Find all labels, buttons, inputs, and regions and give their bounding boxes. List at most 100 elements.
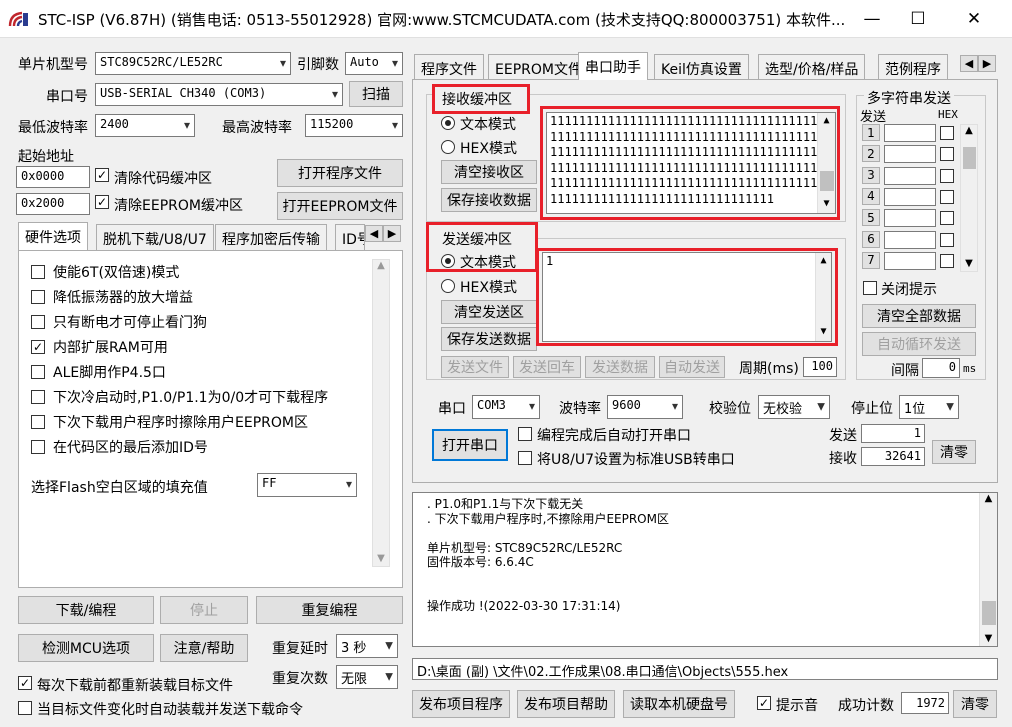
scroll-down-icon[interactable]: ▼ — [818, 196, 835, 212]
open-port-button[interactable]: 打开串口 — [432, 429, 508, 461]
multi-hex-checkbox[interactable] — [940, 147, 954, 162]
addr1-input[interactable]: 0x0000 — [16, 166, 90, 188]
option-checkbox[interactable] — [31, 439, 45, 454]
multi-scroll-thumb[interactable] — [963, 147, 976, 169]
multi-send-input[interactable] — [884, 251, 936, 270]
detect-mcu-button[interactable]: 检测MCU选项 — [18, 634, 154, 662]
port-select[interactable]: USB-SERIAL CH340 (COM3) ▼ — [95, 83, 343, 106]
scroll-up-icon[interactable]: ▲ — [373, 260, 389, 271]
tab-serial-assistant[interactable]: 串口助手 — [578, 52, 648, 80]
tab-encrypted-transfer[interactable]: 程序加密后传输 — [215, 224, 327, 250]
tab-program-file[interactable]: 程序文件 — [414, 54, 484, 80]
reload-checkbox[interactable]: ✓ — [18, 676, 32, 690]
multi-send-button[interactable]: 7 — [862, 251, 880, 269]
multi-hex-checkbox[interactable] — [940, 253, 954, 268]
multi-send-input[interactable] — [884, 124, 936, 142]
clear-all-button[interactable]: 清空全部数据 — [862, 304, 976, 328]
log-scrollbar[interactable]: ▲ ▼ — [979, 493, 997, 646]
option-checkbox[interactable] — [31, 364, 45, 379]
option-checkbox[interactable] — [31, 314, 45, 329]
repeat-count-select[interactable]: 无限 ▼ — [336, 665, 398, 689]
save-recv-button[interactable]: 保存接收数据 — [441, 188, 537, 212]
multi-send-button[interactable]: 6 — [862, 230, 880, 248]
open-program-button[interactable]: 打开程序文件 — [277, 159, 403, 187]
tab-hardware-options[interactable]: 硬件选项 — [18, 222, 88, 250]
option-row[interactable]: ✓ 内部扩展RAM可用 — [31, 334, 376, 359]
period-input[interactable]: 100 — [803, 357, 837, 377]
interval-input[interactable]: 0 — [922, 358, 960, 378]
multi-hex-checkbox[interactable] — [940, 126, 954, 140]
options-scrollbar[interactable]: ▲ ▼ — [372, 259, 390, 567]
com-select[interactable]: COM3 ▼ — [472, 395, 540, 419]
stop-button[interactable]: 停止 — [160, 596, 248, 624]
tab-selection-price[interactable]: 选型/价格/样品 — [758, 54, 866, 80]
multi-send-button[interactable]: 1 — [862, 124, 880, 141]
download-program-button[interactable]: 下载/编程 — [18, 596, 154, 624]
fill-select[interactable]: FF ▼ — [257, 473, 357, 497]
pins-select[interactable]: Auto ▼ — [345, 52, 403, 75]
tab-keil-settings[interactable]: Keil仿真设置 — [654, 54, 749, 80]
auto-open-checkbox[interactable] — [518, 427, 532, 441]
multi-send-input[interactable] — [884, 145, 936, 164]
tab-scroll-left-icon[interactable]: ◀ — [960, 55, 978, 72]
read-disk-button[interactable]: 读取本机硬盘号 — [623, 690, 735, 718]
tab-eeprom-file[interactable]: EEPROM文件 — [488, 54, 589, 80]
tab-scroll-right-icon[interactable]: ▶ — [383, 225, 401, 242]
clear-recv-button[interactable]: 清空接收区 — [441, 160, 537, 184]
repeat-delay-select[interactable]: 3 秒 ▼ — [336, 634, 398, 658]
maximize-button[interactable]: ☐ — [890, 0, 946, 38]
publish-program-button[interactable]: 发布项目程序 — [412, 690, 510, 718]
multi-send-input[interactable] — [884, 187, 936, 206]
send-hex-mode-radio[interactable] — [441, 279, 455, 293]
baud-select[interactable]: 9600 ▼ — [607, 395, 683, 419]
multi-hex-checkbox[interactable] — [940, 168, 954, 183]
multi-send-button[interactable]: 2 — [862, 145, 880, 163]
option-row[interactable]: 只有断电才可停止看门狗 — [31, 309, 376, 334]
option-row[interactable]: 下次下载用户程序时擦除用户EEPROM区 — [31, 409, 376, 434]
zero-count-button[interactable]: 清零 — [932, 440, 976, 464]
tab-id[interactable]: ID号 — [335, 224, 365, 250]
min-baud-select[interactable]: 2400 ▼ — [95, 114, 195, 137]
mcu-select[interactable]: STC89C52RC/LE52RC ▼ — [95, 52, 291, 75]
scroll-up-icon[interactable]: ▲ — [961, 125, 977, 136]
recv-text-mode-radio[interactable] — [441, 116, 455, 130]
send-data-button[interactable]: 发送数据 — [585, 356, 655, 378]
scroll-up-icon[interactable]: ▲ — [980, 493, 997, 504]
clear-eeprom-checkbox[interactable]: ✓ — [95, 195, 109, 209]
option-row[interactable]: ALE脚用作P4.5口 — [31, 359, 376, 384]
scroll-down-icon[interactable]: ▼ — [980, 633, 997, 644]
recv-scrollbar[interactable]: ▲ ▼ — [817, 113, 835, 213]
multi-send-input[interactable] — [884, 166, 936, 185]
option-row[interactable]: 降低振荡器的放大增益 — [31, 284, 376, 309]
help-button[interactable]: 注意/帮助 — [160, 634, 248, 662]
reprogram-button[interactable]: 重复编程 — [256, 596, 403, 624]
send-enter-button[interactable]: 发送回车 — [513, 356, 581, 378]
multi-send-button[interactable]: 5 — [862, 209, 880, 227]
scroll-down-icon[interactable]: ▼ — [373, 553, 389, 564]
recv-data-textarea[interactable]: 1111111111111111111111111111111111111111… — [546, 112, 836, 214]
send-file-button[interactable]: 发送文件 — [441, 356, 509, 378]
option-checkbox[interactable] — [31, 264, 45, 279]
option-checkbox[interactable] — [31, 414, 45, 429]
close-hint-checkbox[interactable] — [863, 281, 877, 295]
option-row[interactable]: 下次冷启动时,P1.0/P1.1为0/0才可下载程序 — [31, 384, 376, 409]
option-row[interactable]: 使能6T(双倍速)模式 — [31, 259, 376, 284]
multi-send-button[interactable]: 3 — [862, 166, 880, 184]
option-row[interactable]: 在代码区的最后添加ID号 — [31, 434, 376, 459]
close-button[interactable]: ✕ — [946, 0, 1002, 38]
max-baud-select[interactable]: 115200 ▼ — [305, 114, 403, 137]
multi-hex-checkbox[interactable] — [940, 232, 954, 247]
addr2-input[interactable]: 0x2000 — [16, 193, 90, 215]
auto-loop-button[interactable]: 自动循环发送 — [862, 332, 976, 356]
option-checkbox[interactable] — [31, 389, 45, 404]
clear-send-button[interactable]: 清空发送区 — [441, 300, 537, 324]
send-data-textarea[interactable]: 1 ▲ ▼ — [542, 252, 832, 342]
scroll-up-icon[interactable]: ▲ — [818, 113, 835, 129]
send-text-mode-radio[interactable] — [441, 254, 455, 268]
send-scrollbar[interactable]: ▲ ▼ — [815, 253, 831, 341]
autoload-checkbox[interactable] — [18, 701, 32, 715]
option-checkbox[interactable] — [31, 289, 45, 304]
publish-help-button[interactable]: 发布项目帮助 — [517, 690, 615, 718]
scroll-down-icon[interactable]: ▼ — [816, 324, 831, 340]
scan-button[interactable]: 扫描 — [349, 81, 403, 107]
